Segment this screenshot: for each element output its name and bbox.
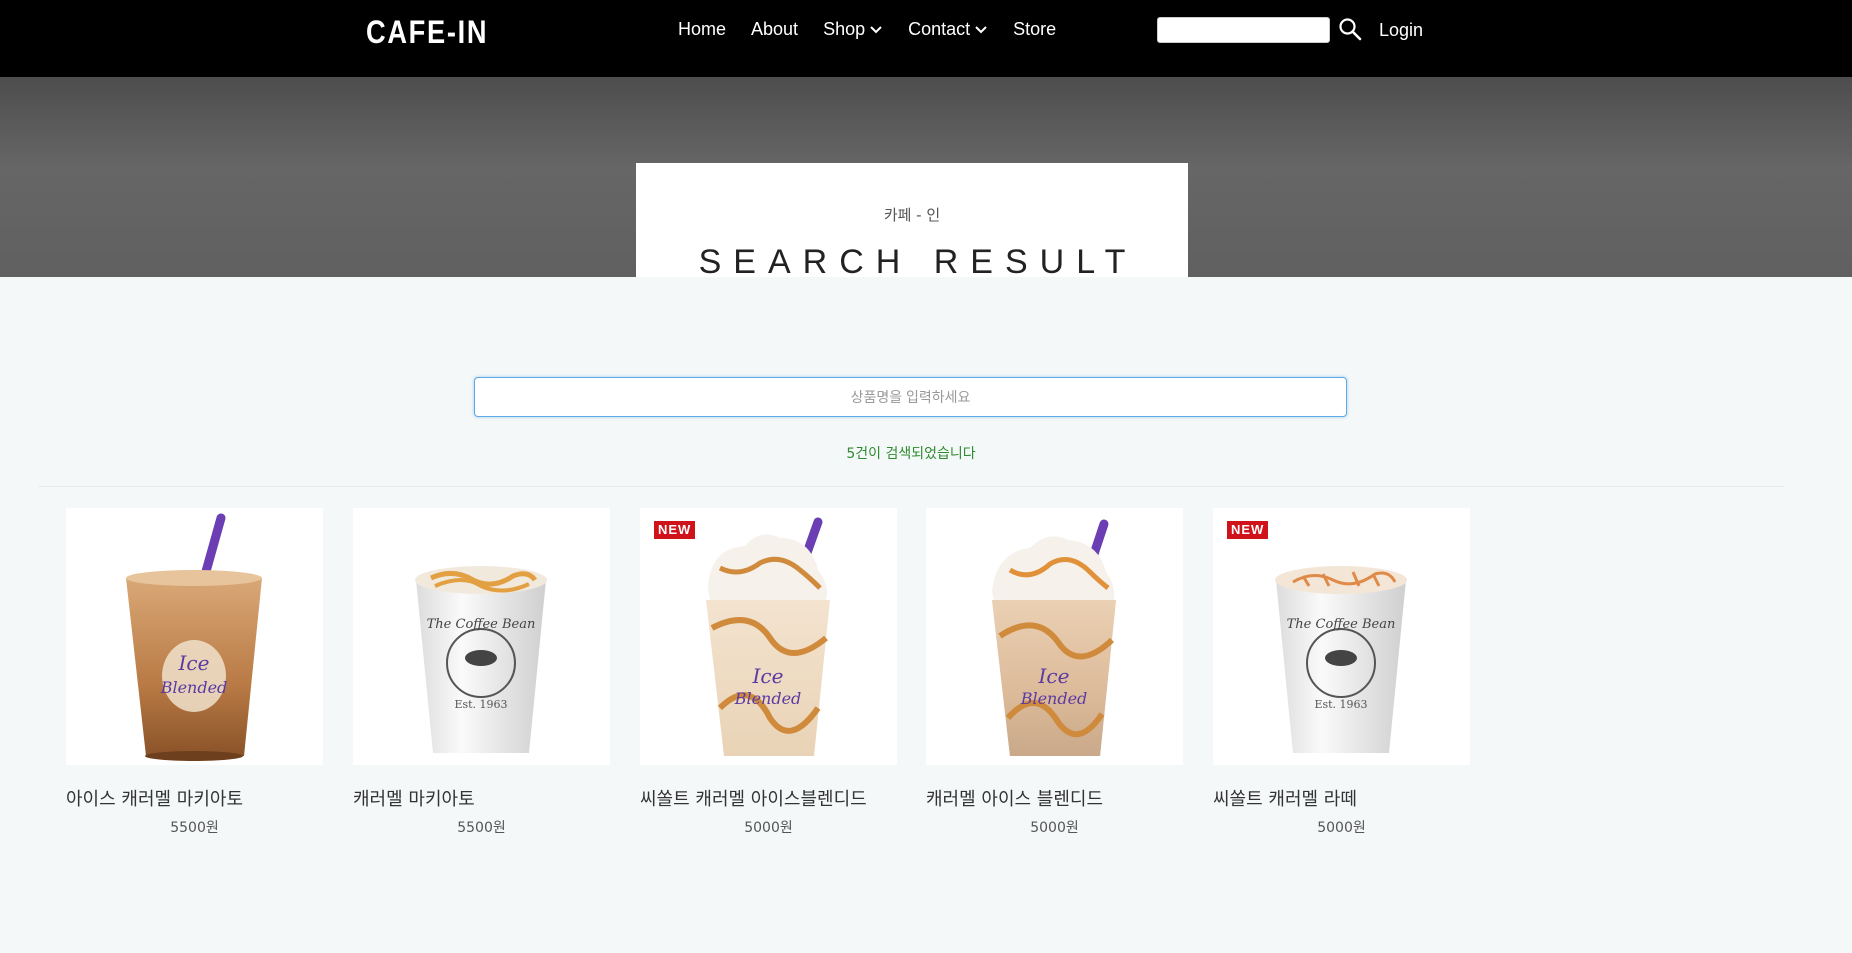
product-image[interactable]: Ice Blended	[926, 508, 1183, 765]
product-image[interactable]: NEW The Coffee Bean Est. 1963	[1213, 508, 1470, 765]
product-price: 5500원	[457, 820, 506, 836]
chevron-down-icon	[975, 25, 987, 33]
iced-coffee-cup-icon: Ice Blended	[126, 513, 262, 761]
nav-store-label: Store	[1013, 19, 1057, 39]
blended-drink-cup-icon: Ice Blended	[706, 517, 830, 756]
svg-text:Ice: Ice	[1038, 664, 1070, 688]
nav-contact-dropdown[interactable]: Contact	[908, 19, 988, 40]
product-search-input[interactable]	[474, 377, 1347, 417]
nav-links: Home About Shop Contact Store	[678, 19, 1081, 40]
nav-shop-dropdown[interactable]: Shop	[823, 19, 883, 40]
nav-home-link[interactable]: Home	[678, 19, 726, 40]
product-name[interactable]: 캐러멜 아이스 블렌디드	[926, 785, 1183, 811]
hero-subtitle: 카페 - 인	[883, 206, 941, 224]
nav-store-link[interactable]: Store	[1013, 19, 1056, 40]
nav-about-link[interactable]: About	[751, 19, 798, 40]
svg-text:The Coffee Bean: The Coffee Bean	[427, 617, 536, 632]
svg-text:Est. 1963: Est. 1963	[454, 698, 507, 711]
product-price: 5500원	[170, 820, 219, 836]
hero-banner: 카페 - 인 SEARCH RESULT	[0, 77, 1852, 281]
nav-about-label: About	[751, 19, 799, 39]
new-badge: NEW	[654, 521, 696, 539]
product-name[interactable]: 씨쏠트 캐러멜 아이스블렌디드	[640, 785, 897, 811]
product-card[interactable]: NEW Ice Blended 씨쏠트 캐러멜 아이스블렌디드 5000원	[640, 508, 897, 837]
chevron-down-icon	[870, 25, 882, 33]
svg-text:The Coffee Bean: The Coffee Bean	[1287, 617, 1396, 632]
product-card[interactable]: Ice Blended 아이스 캐러멜 마키아토 5500원	[66, 508, 323, 837]
product-image[interactable]: The Coffee Bean Est. 1963	[353, 508, 610, 765]
svg-text:Blended: Blended	[734, 689, 802, 708]
product-image[interactable]: NEW Ice Blended	[640, 508, 897, 765]
nav-home-label: Home	[678, 19, 727, 39]
new-badge: NEW	[1227, 521, 1269, 539]
product-image[interactable]: Ice Blended	[66, 508, 323, 765]
login-link[interactable]: Login	[1379, 20, 1423, 41]
search-result-count: 5건이 검색되었습니다	[846, 446, 976, 462]
product-price: 5000원	[1317, 820, 1366, 836]
blended-drink-cup-icon: Ice Blended	[992, 519, 1116, 756]
product-name[interactable]: 씨쏠트 캐러멜 라떼	[1213, 785, 1470, 811]
hot-coffee-cup-icon: The Coffee Bean Est. 1963	[415, 566, 547, 753]
svg-text:Ice: Ice	[178, 651, 210, 675]
product-card[interactable]: Ice Blended 캐러멜 아이스 블렌디드 5000원	[926, 508, 1183, 837]
nav-search-input[interactable]	[1157, 17, 1330, 43]
svg-text:Est. 1963: Est. 1963	[1314, 698, 1367, 711]
nav-shop-label: Shop	[823, 19, 866, 39]
divider	[38, 486, 1784, 487]
svg-text:Ice: Ice	[752, 664, 784, 688]
hot-coffee-cup-icon: The Coffee Bean Est. 1963	[1275, 566, 1407, 753]
page-title: SEARCH RESULT	[698, 243, 1138, 281]
product-price: 5000원	[1030, 820, 1079, 836]
product-name[interactable]: 아이스 캐러멜 마키아토	[66, 785, 323, 811]
hero-card: 카페 - 인 SEARCH RESULT	[636, 163, 1188, 281]
site-logo[interactable]: CAFE-IN	[366, 14, 488, 51]
nav-contact-label: Contact	[908, 19, 971, 39]
product-price: 5000원	[744, 820, 793, 836]
svg-text:Blended: Blended	[1020, 689, 1088, 708]
search-icon[interactable]	[1338, 17, 1362, 41]
product-card[interactable]: NEW The Coffee Bean Est. 1963 씨쏠트 캐러멜 라떼…	[1213, 508, 1470, 837]
product-card[interactable]: The Coffee Bean Est. 1963 캐러멜 마키아토 5500원	[353, 508, 610, 837]
product-name[interactable]: 캐러멜 마키아토	[353, 785, 610, 811]
svg-text:Blended: Blended	[160, 678, 228, 697]
top-navbar: CAFE-IN Home About Shop Contact Store Lo…	[0, 0, 1852, 77]
